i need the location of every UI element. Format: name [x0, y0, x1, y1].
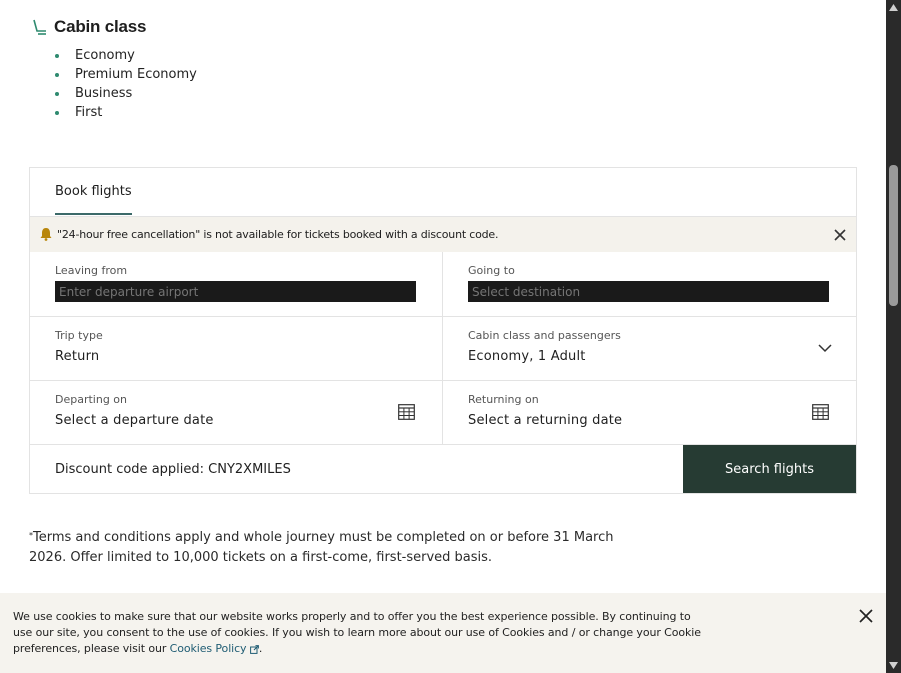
cookie-message: We use cookies to make sure that our web…	[13, 610, 701, 655]
scroll-down-icon[interactable]	[889, 662, 898, 669]
cookie-banner: We use cookies to make sure that our web…	[0, 593, 886, 673]
calendar-icon[interactable]	[398, 404, 415, 420]
cabin-class-list: Economy Premium Economy Business First	[55, 46, 197, 122]
trip-type-select[interactable]: Trip type Return	[30, 317, 443, 380]
returning-label: Returning on	[468, 393, 539, 406]
scrollbar-thumb[interactable]	[889, 165, 898, 306]
cabin-passengers-label: Cabin class and passengers	[468, 329, 621, 342]
cabin-passengers-value: Economy, 1 Adult	[468, 349, 586, 364]
trip-type-value: Return	[55, 349, 100, 364]
going-to-input[interactable]	[468, 281, 829, 302]
leaving-from-label: Leaving from	[55, 264, 128, 277]
terms-text: *Terms and conditions apply and whole jo…	[29, 528, 644, 568]
close-icon[interactable]	[832, 227, 848, 243]
footnote-marker: *	[29, 531, 33, 540]
cookie-text: We use cookies to make sure that our web…	[13, 609, 713, 657]
list-item: First	[55, 103, 197, 122]
leaving-from-field[interactable]: Leaving from	[30, 252, 443, 316]
notice-text: "24-hour free cancellation" is not avail…	[57, 228, 499, 241]
bell-icon	[40, 228, 52, 241]
page: Cabin class Economy Premium Economy Busi…	[0, 0, 886, 673]
cookie-suffix: .	[258, 642, 263, 655]
external-link-icon	[249, 644, 259, 654]
chevron-down-icon[interactable]	[818, 343, 832, 353]
cabin-class-title: Cabin class	[54, 17, 147, 36]
trip-type-label: Trip type	[55, 329, 103, 342]
cabin-class-heading: Cabin class	[31, 17, 146, 37]
discount-code-text: Discount code applied: CNY2XMILES	[55, 462, 291, 477]
going-to-field[interactable]: Going to	[443, 252, 856, 316]
options-row: Trip type Return Cabin class and passeng…	[30, 317, 856, 381]
submit-row: Discount code applied: CNY2XMILES Search…	[30, 445, 856, 494]
going-to-label: Going to	[468, 264, 515, 277]
dates-row: Departing on Select a departure date Ret…	[30, 381, 856, 445]
departing-label: Departing on	[55, 393, 128, 406]
notice-banner: "24-hour free cancellation" is not avail…	[30, 217, 856, 252]
cabin-passengers-select[interactable]: Cabin class and passengers Economy, 1 Ad…	[443, 317, 856, 380]
seat-icon	[33, 19, 46, 35]
list-item: Business	[55, 84, 197, 103]
search-flights-button[interactable]: Search flights	[683, 445, 856, 493]
departing-value: Select a departure date	[55, 413, 214, 428]
cookies-policy-link[interactable]: Cookies Policy	[170, 642, 259, 655]
returning-value: Select a returning date	[468, 413, 623, 428]
list-item: Economy	[55, 46, 197, 65]
tab-bar: Book flights	[30, 168, 856, 217]
departing-field[interactable]: Departing on Select a departure date	[30, 381, 443, 444]
scroll-up-icon[interactable]	[889, 4, 898, 11]
returning-field[interactable]: Returning on Select a returning date	[443, 381, 856, 444]
list-item: Premium Economy	[55, 65, 197, 84]
leaving-from-input[interactable]	[55, 281, 416, 302]
cookies-policy-label: Cookies Policy	[169, 642, 247, 655]
terms-body: Terms and conditions apply and whole jou…	[29, 530, 614, 565]
route-row: Leaving from Going to	[30, 252, 856, 317]
booking-panel: Book flights "24-hour free cancellation"…	[29, 167, 857, 494]
close-icon[interactable]	[858, 608, 874, 624]
tab-book-flights[interactable]: Book flights	[55, 184, 132, 215]
scrollbar[interactable]	[886, 0, 901, 673]
calendar-icon[interactable]	[812, 404, 829, 420]
